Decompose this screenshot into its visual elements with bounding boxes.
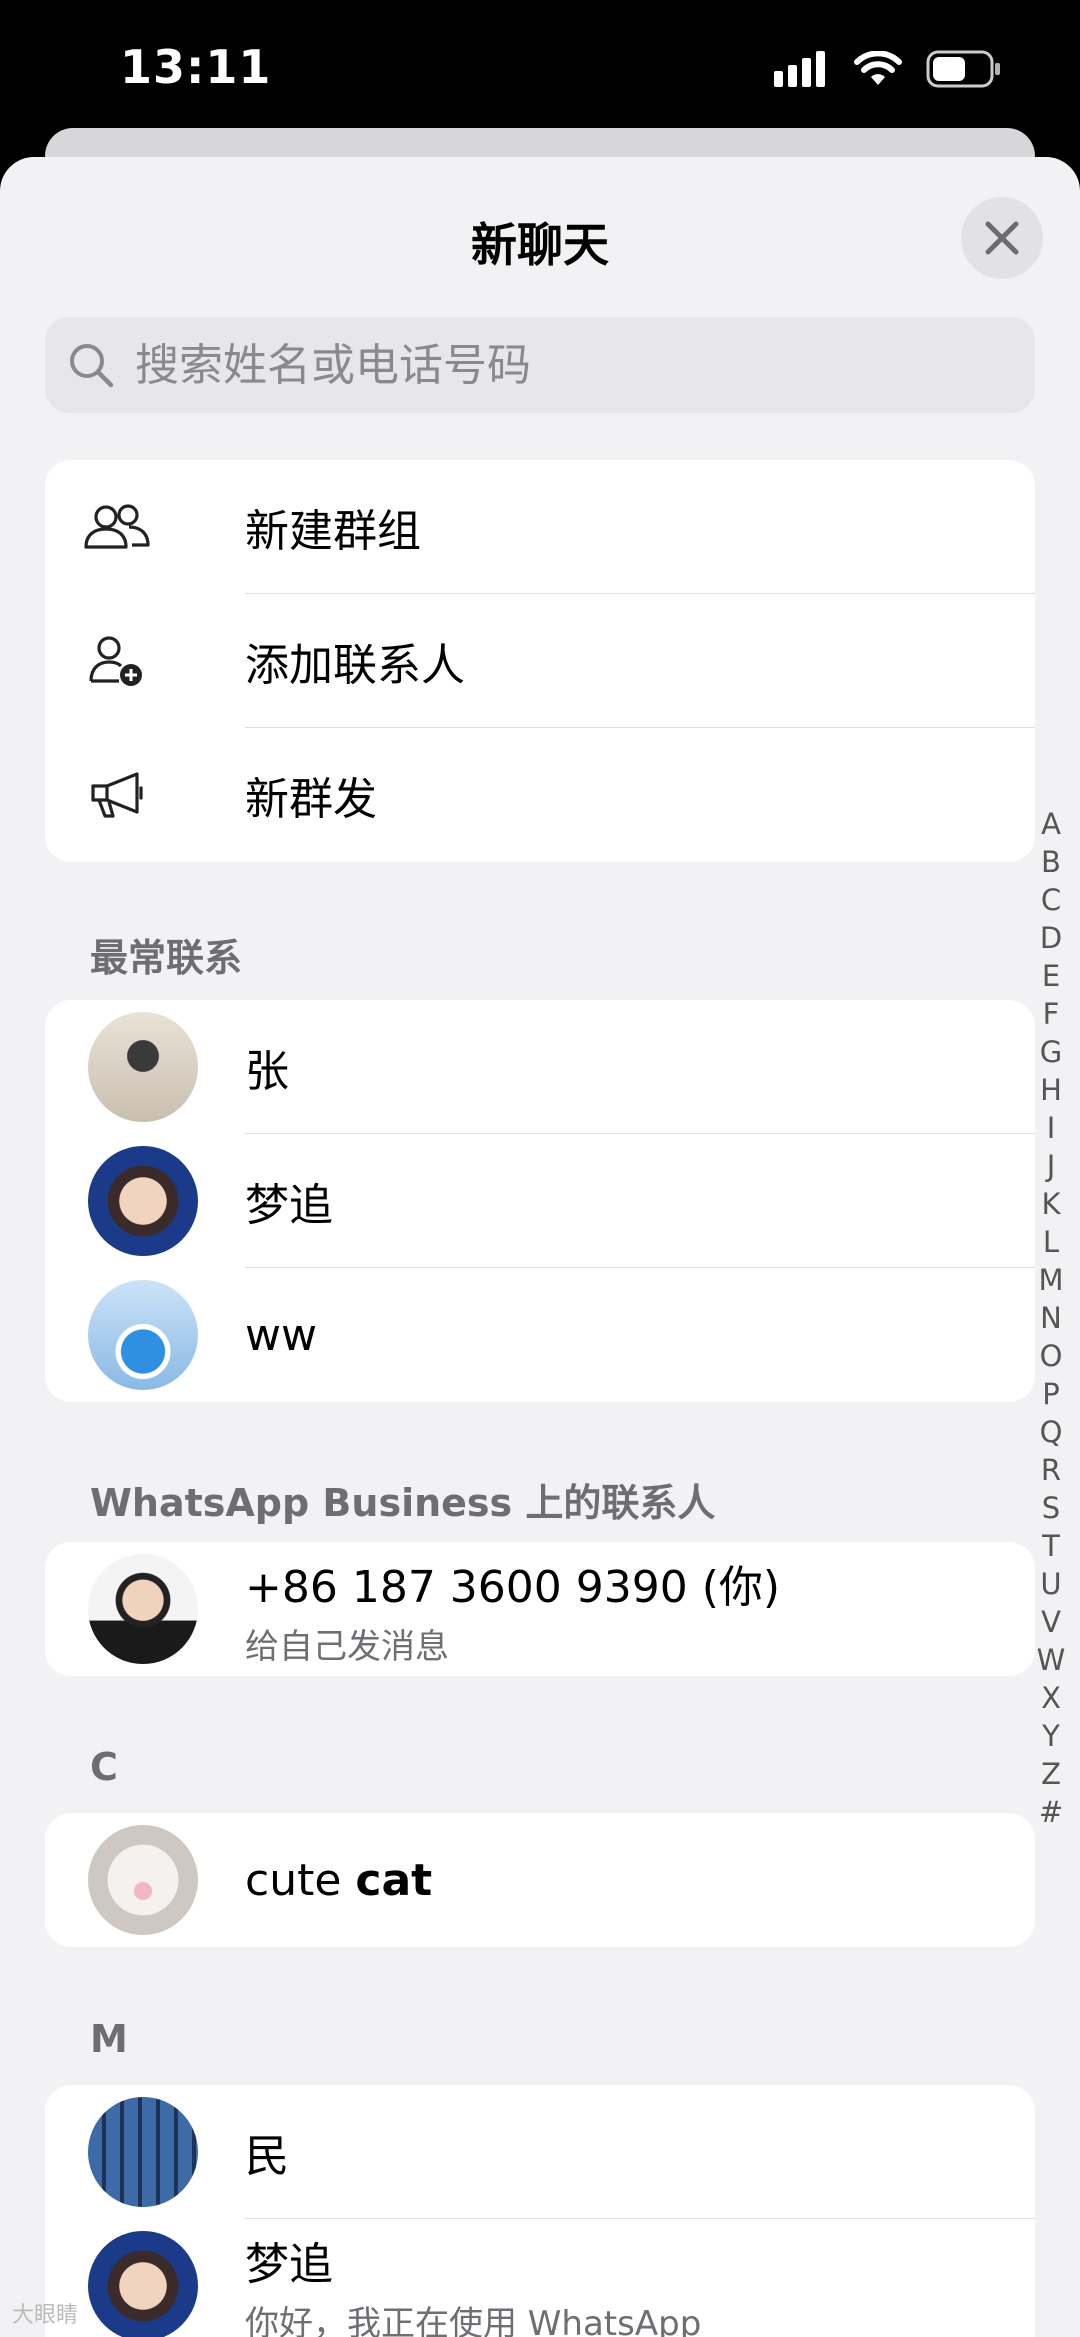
contact-name: ww (245, 1309, 317, 1361)
wifi-icon (854, 51, 902, 85)
new-chat-sheet: 新聊天 新建群组 (0, 157, 1080, 2337)
contact-row[interactable]: ww (45, 1268, 1035, 1402)
broadcast-label: 新群发 (245, 774, 377, 825)
index-letter[interactable]: B (1041, 843, 1061, 881)
contact-row[interactable]: 梦追 (45, 1134, 1035, 1268)
contact-name: +86 187 3600 9390 (你) (245, 1561, 781, 1613)
index-letter[interactable]: O (1040, 1337, 1063, 1375)
index-letter[interactable]: A (1041, 805, 1061, 843)
index-letter[interactable]: C (1041, 881, 1061, 919)
search-icon (70, 344, 114, 388)
index-letter[interactable]: U (1040, 1565, 1061, 1603)
index-letter[interactable]: Y (1042, 1717, 1060, 1755)
contact-subtitle: 给自己发消息 (245, 1626, 449, 1667)
status-icons (774, 50, 1002, 88)
close-icon (985, 221, 1019, 255)
close-button[interactable] (961, 197, 1043, 279)
add-contact-row[interactable]: 添加联系人 (45, 594, 1035, 728)
index-letter[interactable]: M (1038, 1261, 1063, 1299)
frequent-card: 张 梦追 ww (45, 1000, 1035, 1402)
section-m-card: 民 梦追 你好，我正在使用 WhatsApp (45, 2085, 1035, 2337)
alphabet-index[interactable]: A B C D E F G H I J K L M N O P Q R S T U V W X Y Z # (1032, 805, 1070, 1831)
watermark: 大眼睛 (12, 2303, 79, 2328)
index-letter[interactable]: S (1042, 1489, 1060, 1527)
avatar (88, 1554, 198, 1664)
contact-name: 张 (245, 1046, 289, 1097)
index-letter[interactable]: H (1040, 1071, 1062, 1109)
avatar (88, 1012, 198, 1122)
section-header-m: M (90, 2017, 128, 2061)
search-bar[interactable] (45, 317, 1035, 413)
business-header: WhatsApp Business 上的联系人 (90, 1481, 716, 1525)
battery-icon (926, 50, 1000, 88)
avatar (88, 1146, 198, 1256)
index-letter[interactable]: I (1047, 1109, 1056, 1147)
sheet-title: 新聊天 (471, 218, 609, 272)
section-header-c: C (90, 1745, 118, 1789)
cellular-signal-icon (774, 51, 825, 87)
index-letter[interactable]: Z (1041, 1755, 1061, 1793)
index-letter[interactable]: R (1041, 1451, 1061, 1489)
contact-name: 民 (245, 2131, 289, 2182)
index-letter[interactable]: # (1039, 1793, 1063, 1831)
contact-row[interactable]: 梦追 你好，我正在使用 WhatsApp (45, 2219, 1035, 2337)
index-letter[interactable]: F (1043, 995, 1060, 1033)
new-group-label: 新建群组 (245, 506, 421, 557)
status-time: 13:11 (120, 40, 272, 94)
contact-row[interactable]: 民 (45, 2085, 1035, 2219)
avatar (88, 2097, 198, 2207)
index-letter[interactable]: D (1040, 919, 1062, 957)
new-group-row[interactable]: 新建群组 (45, 460, 1035, 594)
index-letter[interactable]: T (1042, 1527, 1060, 1565)
actions-card: 新建群组 添加联系人 新群发 (45, 460, 1035, 862)
section-c-card: cute cat (45, 1813, 1035, 1947)
index-letter[interactable]: N (1040, 1299, 1062, 1337)
index-letter[interactable]: W (1037, 1641, 1066, 1679)
contact-row[interactable]: 张 (45, 1000, 1035, 1134)
contact-name: cute cat (245, 1854, 433, 1906)
broadcast-row[interactable]: 新群发 (45, 728, 1035, 862)
index-letter[interactable]: P (1042, 1375, 1060, 1413)
avatar (88, 1825, 198, 1935)
contact-name: 梦追 (245, 1180, 333, 1231)
search-input[interactable] (133, 338, 997, 392)
self-contact-row[interactable]: +86 187 3600 9390 (你) 给自己发消息 (45, 1542, 1035, 1676)
index-letter[interactable]: X (1041, 1679, 1061, 1717)
status-bar: 13:11 (0, 0, 1080, 130)
frequent-header: 最常联系 (90, 936, 243, 980)
index-letter[interactable]: L (1043, 1223, 1059, 1261)
contact-row[interactable]: cute cat (45, 1813, 1035, 1947)
contact-name: 梦追 (245, 2238, 333, 2290)
index-letter[interactable]: Q (1040, 1413, 1063, 1451)
group-icon (84, 504, 150, 549)
add-contact-label: 添加联系人 (245, 640, 465, 691)
index-letter[interactable]: E (1042, 957, 1060, 995)
index-letter[interactable]: G (1040, 1033, 1062, 1071)
contact-subtitle: 你好，我正在使用 WhatsApp (245, 2303, 702, 2337)
avatar (88, 1280, 198, 1390)
index-letter[interactable]: K (1041, 1185, 1060, 1223)
megaphone-icon (91, 772, 143, 818)
avatar (88, 2231, 198, 2337)
index-letter[interactable]: J (1047, 1147, 1056, 1185)
business-card: +86 187 3600 9390 (你) 给自己发消息 (45, 1542, 1035, 1676)
index-letter[interactable]: V (1041, 1603, 1061, 1641)
add-contact-icon (89, 636, 142, 686)
